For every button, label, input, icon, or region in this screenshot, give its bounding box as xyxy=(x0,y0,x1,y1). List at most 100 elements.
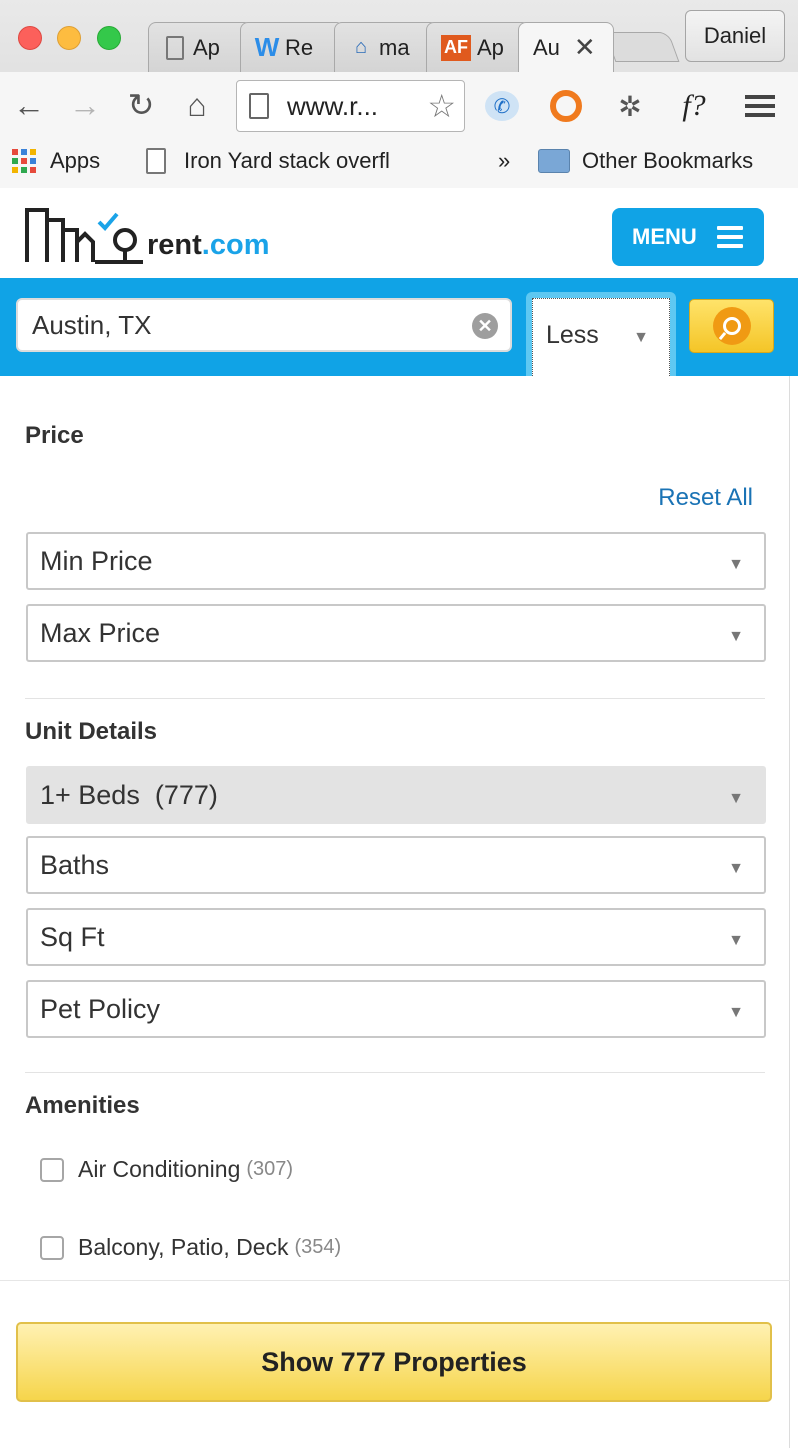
folder-icon xyxy=(538,149,570,173)
maximize-window-button[interactable] xyxy=(97,26,121,50)
logo-text: rent.com xyxy=(147,229,269,262)
select-label: Min Price xyxy=(40,545,153,576)
formula-extension-icon[interactable]: f? xyxy=(674,86,714,126)
checkbox[interactable] xyxy=(40,1157,64,1182)
amenity-balcony-patio-deck[interactable]: Balcony, Patio, Deck (354) xyxy=(40,1234,341,1261)
dropdown-arrow-icon: ▼ xyxy=(728,790,744,807)
dropdown-arrow-icon: ▼ xyxy=(728,860,744,877)
dropdown-arrow-icon: ▼ xyxy=(728,932,744,949)
section-divider xyxy=(25,1072,765,1073)
bookmark-iron-yard[interactable]: Iron Yard stack overfl xyxy=(146,148,416,174)
bug-extension-icon[interactable]: ✲ xyxy=(610,86,650,126)
minimize-window-button[interactable] xyxy=(57,26,81,50)
search-button[interactable] xyxy=(689,299,774,353)
tab-label: Re xyxy=(285,34,314,60)
close-window-button[interactable] xyxy=(18,26,42,50)
bookmark-other[interactable]: Other Bookmarks xyxy=(538,148,753,174)
apps-grid-icon xyxy=(12,149,36,173)
address-bar[interactable]: www.r... ☆ xyxy=(236,80,465,132)
bookmarks-overflow-button[interactable]: » xyxy=(498,148,510,174)
city-skyline-icon xyxy=(25,208,143,264)
clear-search-icon[interactable]: ✕ xyxy=(472,313,498,339)
tab-label: ma xyxy=(379,34,410,60)
bookmark-label: Other Bookmarks xyxy=(582,148,754,173)
beds-select[interactable]: 1+ Beds (777) ▼ xyxy=(26,766,766,824)
hamburger-icon xyxy=(716,226,743,248)
page-icon xyxy=(146,148,166,174)
browser-toolbar: ← → ↻ ⌂ www.r... ☆ ✆ ✲ f? xyxy=(0,72,798,138)
browser-tab-2[interactable]: W Re xyxy=(240,22,344,72)
price-section-title: Price xyxy=(25,422,84,449)
footer-divider xyxy=(0,1280,790,1281)
section-divider xyxy=(25,698,765,699)
select-label: Pet Policy xyxy=(40,993,161,1024)
sqft-select[interactable]: Sq Ft ▼ xyxy=(26,908,766,966)
dropdown-arrow-icon: ▼ xyxy=(728,628,744,645)
bookmarks-bar: Apps Iron Yard stack overfl » Other Book… xyxy=(0,138,798,188)
logo-com: .com xyxy=(201,229,270,261)
back-icon[interactable]: ← xyxy=(10,86,48,124)
select-label: 1+ Beds (777) xyxy=(40,779,218,810)
search-band: Austin, TX ✕ Less ▼ xyxy=(0,278,798,376)
select-label: Sq Ft xyxy=(40,921,105,952)
home-icon[interactable]: ⌂ xyxy=(178,86,216,124)
page-icon xyxy=(163,35,187,61)
bookmark-star-icon[interactable]: ☆ xyxy=(427,87,456,125)
house-icon: ⌂ xyxy=(354,36,368,58)
dropdown-arrow-icon: ▼ xyxy=(728,1004,744,1021)
amenity-label: Balcony, Patio, Deck xyxy=(78,1234,289,1260)
rent-logo[interactable]: rent.com xyxy=(25,206,269,264)
logo-rent: rent xyxy=(147,229,202,261)
select-label: Baths xyxy=(40,849,110,880)
browser-tab-3[interactable]: ⌂ ma xyxy=(334,22,438,72)
less-dropdown[interactable]: Less ▼ xyxy=(532,298,670,376)
amenity-air-conditioning[interactable]: Air Conditioning (307) xyxy=(40,1156,293,1183)
browser-chrome: Ap W Re ⌂ ma AF Ap Au ✕ Daniel ← → ↻ ⌂ w… xyxy=(0,0,798,188)
browser-tab-active[interactable]: Au ✕ xyxy=(518,22,614,72)
pet-policy-select[interactable]: Pet Policy ▼ xyxy=(26,980,766,1038)
amenity-count: (307) xyxy=(246,1158,294,1180)
url-text: www.r... xyxy=(287,90,379,121)
reload-icon[interactable]: ↻ xyxy=(122,86,160,124)
bookmark-label: Iron Yard stack overfl xyxy=(184,148,390,173)
search-value: Austin, TX xyxy=(32,309,152,340)
bookmark-label: Apps xyxy=(50,148,101,173)
menu-label: MENU xyxy=(632,224,697,249)
profile-button[interactable]: Daniel xyxy=(685,10,785,62)
baths-select[interactable]: Baths ▼ xyxy=(26,836,766,894)
unit-details-section-title: Unit Details xyxy=(25,718,158,745)
menu-button[interactable]: MENU xyxy=(612,208,764,266)
max-price-select[interactable]: Max Price ▼ xyxy=(26,604,766,662)
show-properties-button[interactable]: Show 777 Properties xyxy=(16,1322,772,1402)
magnifier-icon xyxy=(712,307,751,345)
less-toggle-tab: Less ▼ xyxy=(526,292,676,376)
tab-strip: Ap W Re ⌂ ma AF Ap Au ✕ xyxy=(148,20,688,72)
select-label: Max Price xyxy=(40,617,161,648)
amenity-count: (354) xyxy=(294,1236,342,1258)
amenity-label: Air Conditioning xyxy=(78,1156,241,1182)
tab-label: Au xyxy=(533,34,560,60)
browser-tab-1[interactable]: Ap xyxy=(148,22,252,72)
filter-panel: Price Reset All Min Price ▼ Max Price ▼ … xyxy=(0,376,790,1448)
weebly-icon: W xyxy=(254,32,280,62)
site-header: rent.com MENU xyxy=(0,188,798,278)
reset-all-link[interactable]: Reset All xyxy=(658,484,753,512)
dropdown-arrow-icon: ▼ xyxy=(633,329,649,346)
new-tab-button[interactable] xyxy=(604,32,680,62)
ring-extension-icon[interactable] xyxy=(546,86,586,126)
tab-label: Ap xyxy=(193,34,220,60)
checkbox[interactable] xyxy=(40,1235,64,1260)
amenities-section-title: Amenities xyxy=(25,1092,140,1119)
page-icon xyxy=(249,93,269,119)
phone-extension-icon[interactable]: ✆ xyxy=(482,86,522,126)
dropdown-arrow-icon: ▼ xyxy=(728,556,744,573)
chrome-menu-icon[interactable] xyxy=(740,86,780,126)
bookmark-apps[interactable]: Apps xyxy=(12,148,100,174)
af-icon: AF xyxy=(441,34,471,61)
min-price-select[interactable]: Min Price ▼ xyxy=(26,532,766,590)
browser-tab-4[interactable]: AF Ap xyxy=(426,22,530,72)
close-tab-icon[interactable]: ✕ xyxy=(574,32,596,63)
less-label: Less xyxy=(546,321,599,349)
location-search-input[interactable]: Austin, TX ✕ xyxy=(16,298,512,352)
forward-icon[interactable]: → xyxy=(66,86,104,124)
